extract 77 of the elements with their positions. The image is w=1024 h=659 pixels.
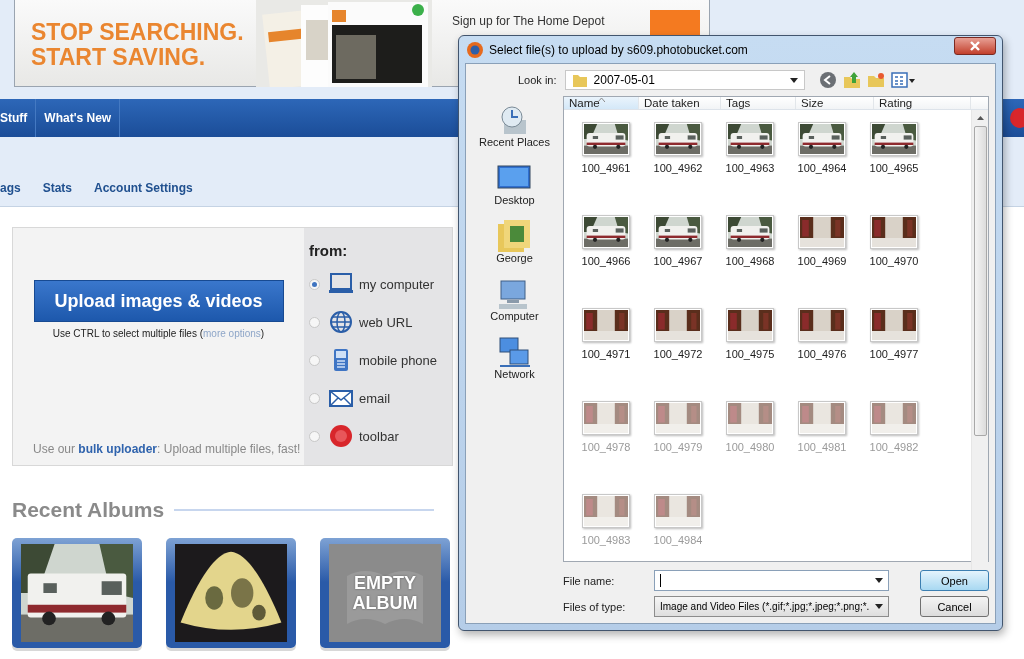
source-option[interactable]: toolbar [359, 428, 399, 444]
field-label: Files of type: [563, 600, 627, 613]
dropdown-arrow-icon [875, 578, 883, 583]
dropdown-arrow-icon [875, 604, 883, 609]
file-item[interactable]: 100_4969 [797, 255, 847, 267]
scroll-thumb[interactable] [973, 126, 987, 436]
folder-icon [497, 220, 532, 252]
file-item[interactable]: 100_4965 [869, 162, 919, 174]
ask-icon [1010, 108, 1024, 128]
view-menu-icon[interactable] [890, 71, 915, 89]
section-title: Recent Albums [12, 498, 165, 522]
new-folder-icon[interactable] [866, 71, 885, 89]
place-link[interactable]: George [496, 252, 533, 264]
file-item[interactable]: 100_4968 [725, 255, 775, 267]
folder-value: 2007-05-01 [593, 73, 655, 87]
upload-hint: Use CTRL to select multiple files (more options) [52, 328, 265, 339]
laptop-icon [329, 272, 353, 296]
radio-button[interactable] [309, 316, 320, 328]
album-label: EMPTY ALBUM [351, 573, 419, 613]
ad-headline: START SAVING. [31, 45, 207, 70]
column-header[interactable]: Rating [874, 97, 971, 109]
file-item[interactable]: 100_4966 [581, 255, 631, 267]
back-icon[interactable] [818, 71, 837, 89]
from-label: from: [309, 242, 349, 259]
file-item[interactable]: 100_4972 [653, 348, 703, 360]
subnav-link[interactable]: Account Settings [94, 181, 193, 195]
ad-headline: STOP SEARCHING. [31, 20, 245, 45]
subnav-link[interactable]: Stats [42, 181, 73, 195]
browser-icon [467, 41, 483, 58]
file-item[interactable]: 100_4961 [581, 162, 631, 174]
file-item[interactable]: 100_4971 [581, 348, 631, 360]
radio-button[interactable] [309, 278, 320, 290]
field-label: Look in: [518, 74, 557, 86]
column-header[interactable]: Tags [721, 97, 796, 109]
field-label: File name: [563, 574, 616, 587]
ask-icon [329, 424, 353, 448]
album-card[interactable] [166, 538, 296, 648]
folder-up-icon[interactable] [842, 71, 861, 89]
folder-dropdown[interactable]: 2007-05-01 [564, 70, 805, 90]
file-item[interactable]: 100_4977 [869, 348, 919, 360]
file-item[interactable]: 100_4967 [653, 255, 703, 267]
dialog-button[interactable]: Open [920, 570, 989, 591]
upload-button[interactable]: Upload images & videos [33, 280, 284, 322]
place-link[interactable]: Network [494, 368, 535, 380]
place-link[interactable]: Recent Places [479, 136, 550, 148]
source-option[interactable]: mobile phone [359, 352, 438, 368]
column-header[interactable]: Date taken [639, 97, 721, 109]
album-card[interactable] [12, 538, 142, 648]
globe-icon [329, 310, 353, 334]
file-item[interactable]: 100_4964 [797, 162, 847, 174]
network-icon [497, 336, 532, 368]
file-item[interactable]: 100_4963 [725, 162, 775, 174]
file-item[interactable]: 100_4976 [797, 348, 847, 360]
source-option[interactable]: my computer [359, 276, 435, 292]
file-item[interactable]: 100_4970 [869, 255, 919, 267]
file-item[interactable]: 100_4962 [653, 162, 703, 174]
column-header[interactable]: Size [796, 97, 874, 109]
source-option[interactable]: web URL [359, 314, 413, 330]
subnav-link[interactable]: ags [0, 181, 21, 195]
bulk-uploader-text: Use our bulk uploader: Upload multiple files, fast! [32, 442, 302, 458]
scroll-up-icon [976, 116, 984, 120]
close-icon [970, 40, 980, 51]
place-link[interactable]: Desktop [494, 194, 535, 206]
folder-icon [571, 72, 588, 88]
column-header[interactable]: Name [564, 97, 639, 109]
close-button[interactable] [954, 36, 996, 55]
source-option[interactable]: email [359, 390, 391, 406]
dialog-button[interactable]: Cancel [920, 596, 989, 617]
radio-button[interactable] [309, 392, 320, 404]
radio-button[interactable] [309, 430, 320, 442]
file-item[interactable]: 100_4975 [725, 348, 775, 360]
file-name-field[interactable] [654, 570, 889, 591]
dropdown-arrow-icon [789, 77, 798, 83]
place-link[interactable]: Computer [490, 310, 539, 322]
file-type-dropdown[interactable]: Image and Video Files (*.gif;*.jpg;*.jpeg;*.png;*. [654, 596, 889, 617]
ad-text: Sign up for The Home Depot [451, 13, 605, 28]
radio-button[interactable] [309, 354, 320, 366]
